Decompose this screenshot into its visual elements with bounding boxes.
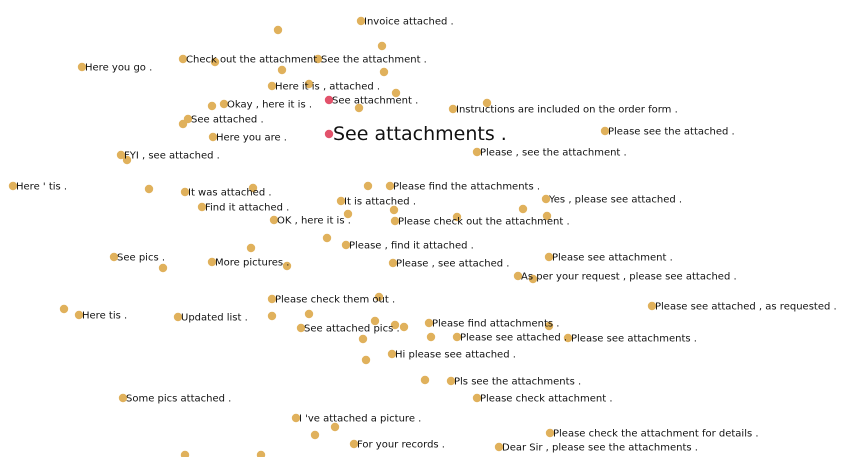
point-label: Okay , here it is . [227,100,312,111]
point-label: Please see attachment . [552,253,673,264]
scatter-point [144,184,154,194]
point-label: Please see attached . [460,333,567,344]
scatter-point [420,375,430,385]
point-label: OK , here it is . [277,216,351,227]
point-label: Instructions are included on the order f… [456,105,678,116]
scatter-point [377,41,387,51]
scatter-point [358,334,368,344]
point-label: Here it is , attached . [275,82,380,93]
point-label: Some pics attached . [126,394,231,405]
point-label: Here you are . [216,133,287,144]
point-label: Updated list . [181,313,248,324]
highlight-point [324,129,334,139]
scatter-point [273,25,283,35]
scatter-point [277,65,287,75]
scatter-point [59,304,69,314]
scatter-point [363,181,373,191]
scatter-point [304,309,314,319]
scatter-point [361,355,371,365]
scatter-point [518,204,528,214]
point-label: More pictures . [215,258,289,269]
scatter-point [246,243,256,253]
scatter-point [322,233,332,243]
point-label: Please find attachments . [432,319,559,330]
point-label: Invoice attached . [364,17,454,28]
point-label: Please see attachments . [571,334,697,345]
point-label: Find it attached . [205,203,289,214]
point-label: See attached pics . [304,324,400,335]
scatter-point [399,322,409,332]
scatter-point [207,101,217,111]
point-label: Yes , please see attached . [548,195,682,206]
point-label: See attachments . [333,123,507,145]
point-label: Please see the attached . [608,127,735,138]
point-label: As per your request , please see attache… [521,272,737,283]
point-label: FYI , see attached . [124,151,220,162]
point-label: For your records . [357,440,445,451]
point-label: Here ' tis . [16,182,67,193]
point-label: Here you go . [85,63,152,74]
scatter-point [426,332,436,342]
point-label: See attached . [191,115,264,126]
point-label: It was attached . [188,188,272,199]
point-label: Please , find it attached . [349,241,474,252]
scatter-point [379,67,389,77]
scatter-point [267,311,277,321]
point-label: Please see attached , as requested . [655,302,837,313]
point-label: I 've attached a picture . [299,414,421,425]
point-label: Please check attachment . [480,394,613,405]
point-label: Here tis . [82,311,127,322]
point-label: See pics . [117,253,165,264]
labels-layer: Invoice attached . Check out the attachme… [16,17,837,454]
point-label: It is attached . [344,197,416,208]
scatter-point [256,450,266,457]
point-label: Please find the attachments . [393,182,540,193]
point-label: Check out the attachment . [186,55,324,66]
point-label: Pls see the attachments . [454,377,581,388]
scatter-plot: Invoice attached . Check out the attachme… [8,17,837,457]
point-label: Please check out the attachment . [398,217,570,228]
point-label: Please , see attached . [396,259,509,270]
point-label: Please check them out . [275,295,395,306]
point-label: Dear Sir , please see the attachments . [502,443,698,454]
scatter-point [180,450,190,457]
point-label: See the attachment . [321,55,427,66]
scatter-point [310,430,320,440]
point-label: Hi please see attached . [395,350,516,361]
point-label: Please , see the attachment . [480,148,627,159]
scatter-point [158,263,168,273]
point-label: See attachment . [332,96,418,107]
point-label: Please check the attachment for details … [553,429,759,440]
